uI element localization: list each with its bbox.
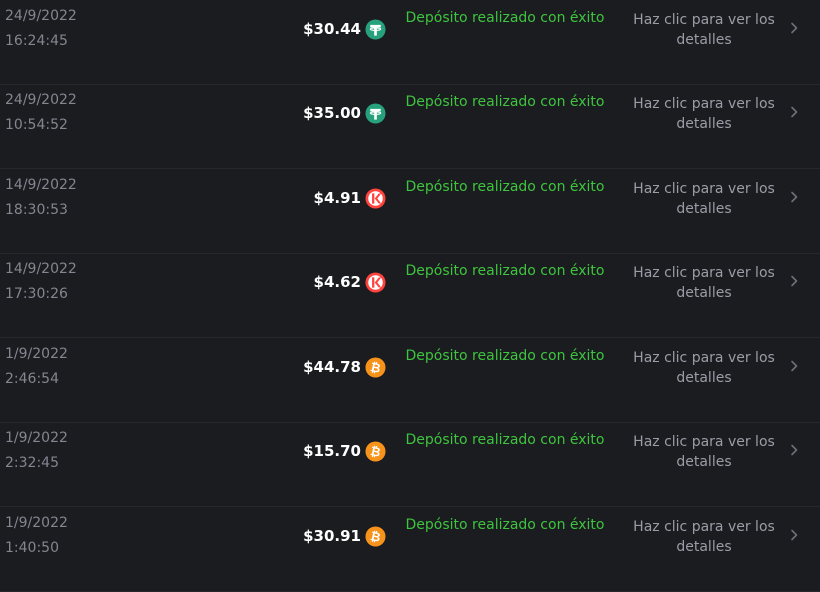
deposit-amount-group: $30.44 [303, 18, 386, 40]
deposit-time: 2:46:54 [5, 371, 59, 387]
deposit-amount: $35.00 [303, 104, 361, 122]
view-details-link[interactable]: Haz clic para ver los detalles [620, 263, 788, 303]
chevron-right-icon[interactable] [789, 21, 799, 35]
deposit-time: 2:32:45 [5, 455, 59, 471]
deposit-status: Depósito realizado con éxito [405, 263, 605, 279]
deposit-row[interactable]: 14/9/2022 17:30:26 $4.62 Depósito realiz… [0, 253, 820, 338]
deposit-status: Depósito realizado con éxito [405, 10, 605, 26]
deposit-amount: $15.70 [303, 442, 361, 460]
deposit-status: Depósito realizado con éxito [405, 348, 605, 364]
deposit-date: 1/9/2022 [5, 430, 68, 446]
deposit-date: 1/9/2022 [5, 515, 68, 531]
chevron-right-icon[interactable] [789, 190, 799, 204]
chevron-right-icon[interactable] [789, 528, 799, 542]
deposit-amount: $30.44 [303, 20, 361, 38]
deposit-time: 1:40:50 [5, 540, 59, 556]
view-details-link[interactable]: Haz clic para ver los detalles [620, 10, 788, 50]
chevron-right-icon[interactable] [789, 274, 799, 288]
chevron-right-icon[interactable] [789, 105, 799, 119]
tether-icon [365, 102, 386, 124]
bitcoin-icon: ₿ [365, 440, 386, 462]
tether-icon [365, 18, 386, 40]
deposit-row[interactable]: 1/9/2022 1:40:50 $30.91 ₿ Depósito reali… [0, 507, 820, 592]
deposit-amount: $30.91 [303, 527, 361, 545]
deposit-amount: $44.78 [303, 358, 361, 376]
view-details-link[interactable]: Haz clic para ver los detalles [620, 94, 788, 134]
deposit-row[interactable]: 1/9/2022 2:46:54 $44.78 ₿ Depósito reali… [0, 338, 820, 423]
deposit-amount-group: $4.62 [314, 271, 386, 293]
deposit-row[interactable]: 24/9/2022 16:24:45 $30.44 Depósito reali… [0, 0, 820, 85]
view-details-link[interactable]: Haz clic para ver los detalles [620, 432, 788, 472]
deposit-status: Depósito realizado con éxito [405, 432, 605, 448]
deposit-time: 16:24:45 [5, 33, 68, 49]
deposit-date: 14/9/2022 [5, 261, 77, 277]
view-details-link[interactable]: Haz clic para ver los detalles [620, 179, 788, 219]
bitcoin-icon: ₿ [365, 356, 386, 378]
deposit-amount-group: $44.78 ₿ [303, 356, 386, 378]
deposit-date: 14/9/2022 [5, 177, 77, 193]
deposit-status: Depósito realizado con éxito [405, 517, 605, 533]
deposit-amount: $4.91 [313, 189, 361, 207]
kava-icon [365, 187, 386, 209]
deposit-amount-group: $30.91 ₿ [303, 525, 386, 547]
deposit-date: 24/9/2022 [5, 92, 77, 108]
deposit-amount-group: $35.00 [303, 102, 386, 124]
deposit-amount-group: $15.70 ₿ [303, 440, 386, 462]
deposit-time: 17:30:26 [5, 286, 68, 302]
deposit-time: 10:54:52 [5, 117, 68, 133]
view-details-link[interactable]: Haz clic para ver los detalles [620, 348, 788, 388]
kava-icon [365, 271, 386, 293]
deposit-date: 24/9/2022 [5, 8, 77, 24]
deposit-status: Depósito realizado con éxito [405, 94, 605, 110]
chevron-right-icon[interactable] [789, 359, 799, 373]
deposit-amount: $4.62 [313, 273, 361, 291]
deposit-row[interactable]: 14/9/2022 18:30:53 $4.91 Depósito realiz… [0, 169, 820, 254]
chevron-right-icon[interactable] [789, 443, 799, 457]
deposit-time: 18:30:53 [5, 202, 68, 218]
deposit-date: 1/9/2022 [5, 346, 68, 362]
deposit-row[interactable]: 24/9/2022 10:54:52 $35.00 Depósito reali… [0, 84, 820, 169]
deposit-history-list: 24/9/2022 16:24:45 $30.44 Depósito reali… [0, 0, 820, 592]
view-details-link[interactable]: Haz clic para ver los detalles [620, 517, 788, 557]
deposit-status: Depósito realizado con éxito [405, 179, 605, 195]
bitcoin-icon: ₿ [365, 525, 386, 547]
deposit-amount-group: $4.91 [314, 187, 386, 209]
deposit-row[interactable]: 1/9/2022 2:32:45 $15.70 ₿ Depósito reali… [0, 422, 820, 507]
